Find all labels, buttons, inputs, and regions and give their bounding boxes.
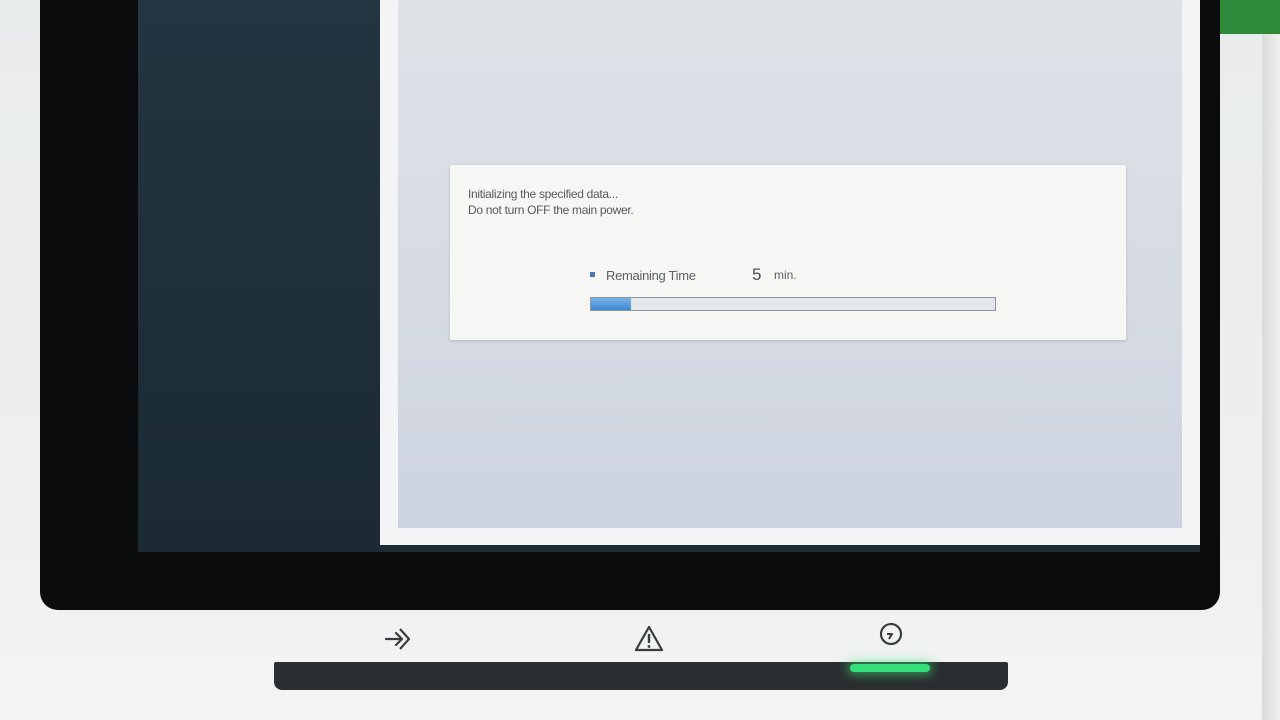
- warning-triangle-icon[interactable]: [630, 620, 668, 658]
- progress-bar-fill: [591, 298, 632, 310]
- photo-scene: Initializing the specified data... Do no…: [0, 0, 1280, 720]
- remaining-time-unit: min.: [774, 268, 797, 282]
- login-arrow-icon[interactable]: [380, 620, 418, 658]
- status-led: [850, 664, 930, 672]
- power-icon[interactable]: [872, 620, 910, 658]
- display-screen: Initializing the specified data... Do no…: [138, 0, 1200, 552]
- screen-content-area: Initializing the specified data... Do no…: [398, 0, 1182, 528]
- message-line-2: Do not turn OFF the main power.: [468, 203, 634, 217]
- remaining-time-row: Remaining Time 5 min.: [590, 265, 890, 286]
- remaining-time-label: Remaining Time: [606, 268, 696, 283]
- progress-bar: [590, 297, 996, 311]
- dialog-message: Initializing the specified data... Do no…: [468, 186, 634, 218]
- remaining-time-value: 5: [752, 265, 762, 284]
- screen-left-panel: [138, 0, 380, 552]
- bullet-icon: [590, 272, 595, 277]
- screen-page: Initializing the specified data... Do no…: [380, 0, 1200, 545]
- message-line-1: Initializing the specified data...: [468, 187, 618, 201]
- background-object: [1212, 0, 1280, 34]
- initializing-dialog: Initializing the specified data... Do no…: [450, 165, 1126, 340]
- device-side: [1262, 0, 1280, 720]
- screen-bezel: Initializing the specified data... Do no…: [40, 0, 1220, 610]
